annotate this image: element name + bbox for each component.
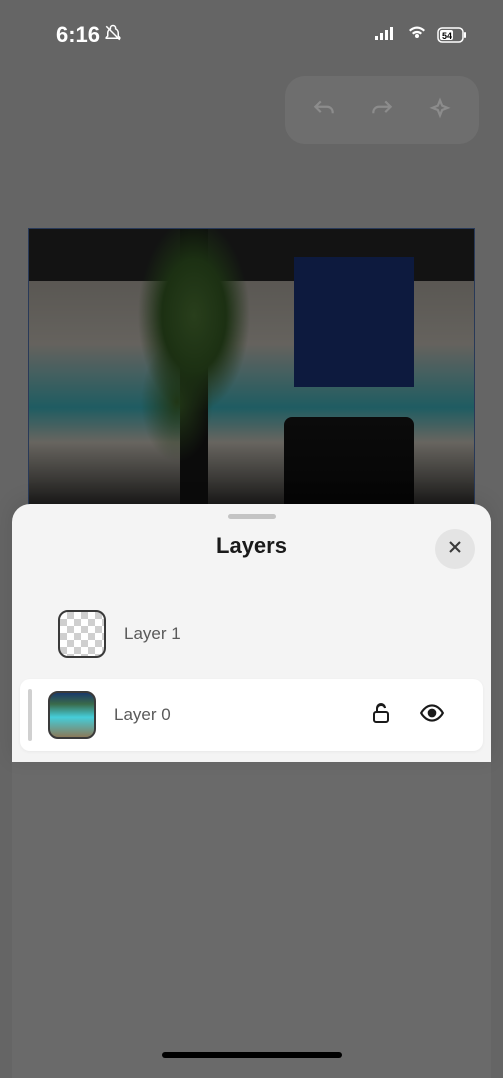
bottom-area <box>12 762 491 1078</box>
layer-item[interactable]: Layer 0 <box>20 679 483 751</box>
top-toolbar <box>285 76 479 144</box>
undo-button[interactable] <box>295 88 353 132</box>
layer-list: Layer 1 Layer 0 <box>12 579 491 751</box>
status-bar: 6:16 54 <box>0 0 503 56</box>
silent-mode-icon <box>104 22 122 48</box>
layer-item[interactable]: Layer 1 <box>12 603 491 665</box>
battery-icon: 54 <box>437 27 467 43</box>
sparkle-button[interactable] <box>411 88 469 132</box>
svg-text:54: 54 <box>442 31 452 41</box>
canvas-image <box>29 229 474 517</box>
close-icon <box>445 537 465 562</box>
close-button[interactable] <box>435 529 475 569</box>
drag-handle[interactable] <box>228 514 276 519</box>
selection-indicator <box>28 689 32 741</box>
status-time: 6:16 <box>56 22 100 48</box>
wifi-icon <box>407 25 427 45</box>
home-indicator[interactable] <box>162 1052 342 1058</box>
cellular-icon <box>375 26 397 45</box>
lock-icon[interactable] <box>369 701 393 730</box>
canvas[interactable] <box>28 228 475 518</box>
layer-name-label: Layer 0 <box>114 705 351 725</box>
layer-thumbnail <box>58 610 106 658</box>
layer-thumbnail <box>48 691 96 739</box>
visibility-icon[interactable] <box>419 700 445 731</box>
panel-title: Layers <box>216 533 287 559</box>
redo-button[interactable] <box>353 88 411 132</box>
layers-panel: Layers Layer 1 Layer 0 <box>12 504 491 762</box>
layer-name-label: Layer 1 <box>124 624 445 644</box>
